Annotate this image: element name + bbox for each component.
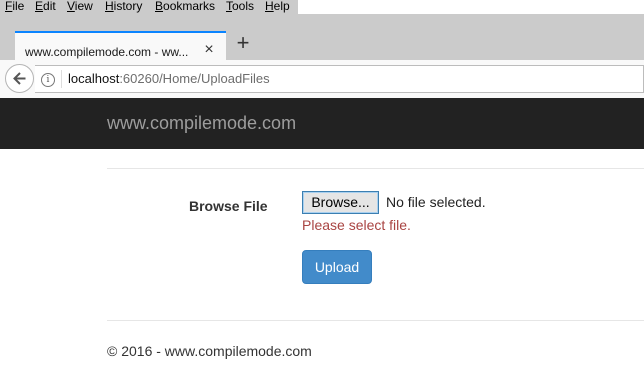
menu-file[interactable]: File bbox=[5, 0, 24, 13]
tab-active-indicator bbox=[15, 31, 226, 33]
menu-view[interactable]: View bbox=[67, 0, 93, 13]
url-separator bbox=[61, 70, 62, 88]
tab-title: www.compilemode.com - ww... bbox=[25, 45, 189, 59]
info-icon[interactable]: i bbox=[41, 73, 55, 87]
menu-tools[interactable]: Tools bbox=[226, 0, 254, 13]
menu-bookmarks[interactable]: Bookmarks bbox=[155, 0, 215, 13]
url-host: localhost bbox=[68, 71, 120, 86]
close-icon[interactable]: × bbox=[201, 42, 217, 58]
address-bar[interactable]: i localhost:60260/Home/UploadFiles bbox=[35, 65, 644, 93]
navigation-bar: i localhost:60260/Home/UploadFiles bbox=[0, 60, 644, 98]
url-text[interactable]: localhost:60260/Home/UploadFiles bbox=[68, 71, 270, 86]
divider-top bbox=[107, 168, 644, 169]
footer-copyright: © 2016 - www.compilemode.com bbox=[107, 343, 312, 359]
divider-bottom bbox=[107, 320, 644, 321]
upload-button[interactable]: Upload bbox=[302, 250, 372, 284]
browse-button[interactable]: Browse... bbox=[302, 191, 379, 214]
back-arrow-icon bbox=[13, 72, 26, 85]
menu-help[interactable]: Help bbox=[265, 0, 290, 13]
back-button[interactable] bbox=[5, 64, 34, 93]
site-brand-link[interactable]: www.compilemode.com bbox=[107, 113, 296, 134]
plus-icon[interactable]: + bbox=[233, 32, 253, 54]
menu-history[interactable]: History bbox=[105, 0, 142, 13]
browse-file-label: Browse File bbox=[189, 198, 268, 214]
validation-error: Please select file. bbox=[302, 217, 411, 233]
menu-edit[interactable]: Edit bbox=[35, 0, 56, 13]
file-status-text: No file selected. bbox=[386, 194, 486, 210]
menu-bar: File Edit View History Bookmarks Tools H… bbox=[0, 0, 298, 14]
tab-strip: www.compilemode.com - ww... × + bbox=[0, 14, 644, 74]
url-path: :60260/Home/UploadFiles bbox=[119, 71, 270, 86]
site-header: www.compilemode.com bbox=[0, 98, 644, 149]
